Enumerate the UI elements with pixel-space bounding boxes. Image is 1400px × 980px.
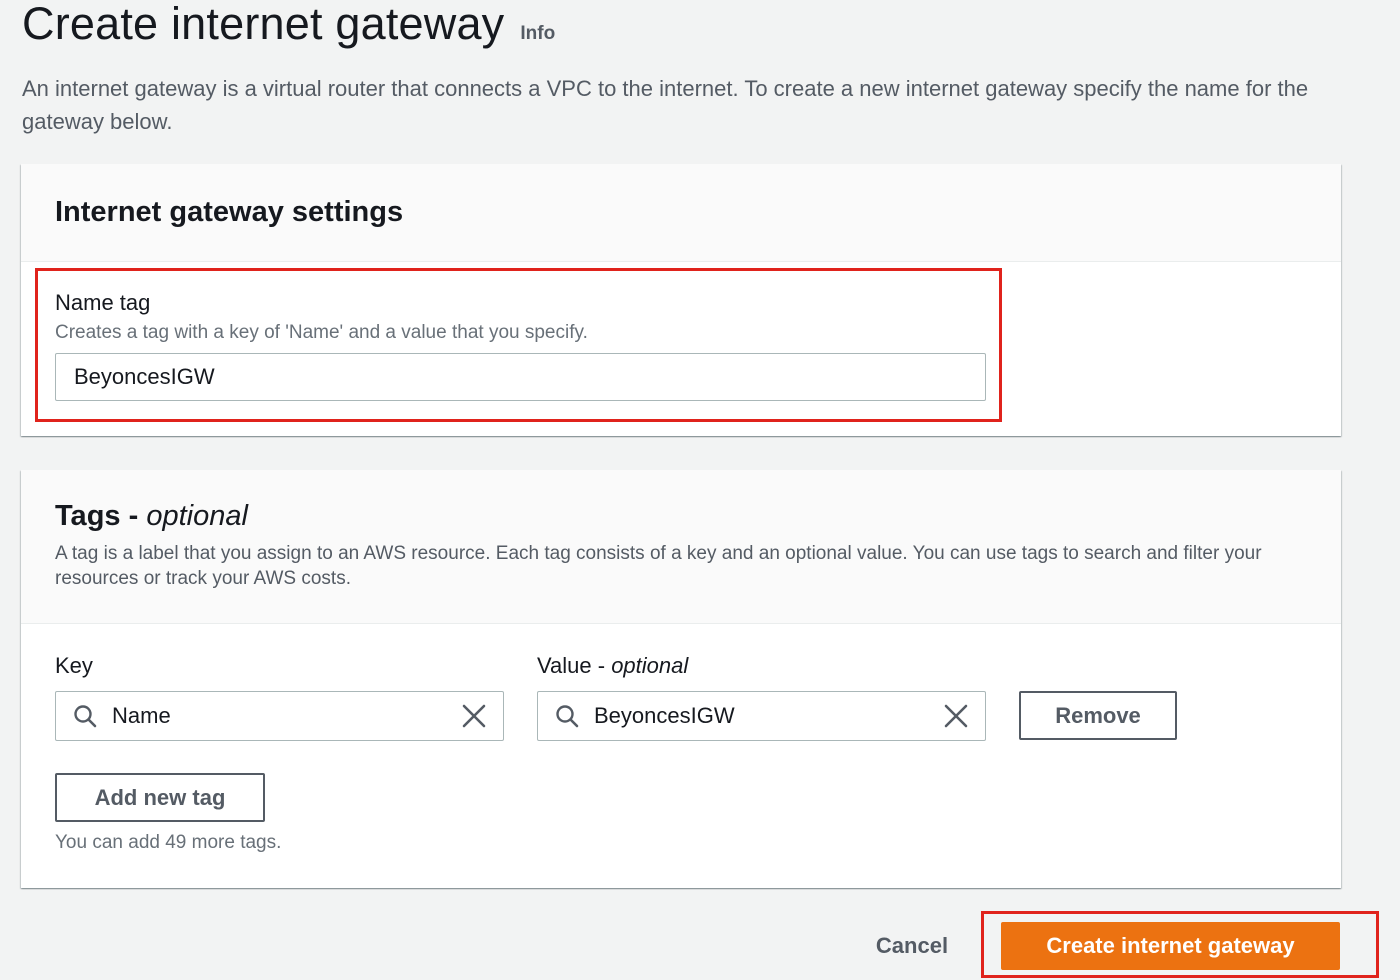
remove-tag-button[interactable]: Remove [1019,691,1177,740]
tag-key-input[interactable]: Name [55,691,504,741]
close-icon[interactable] [943,703,969,729]
search-icon [74,705,97,728]
settings-panel-header: Internet gateway settings [21,164,1341,262]
tag-value-label: Value - optional [537,653,688,679]
internet-gateway-settings-panel: Internet gateway settings Name tag Creat… [21,164,1341,436]
tags-panel-header: Tags - optional A tag is a label that yo… [21,470,1341,624]
settings-panel-title: Internet gateway settings [55,196,404,228]
tag-key-value: Name [112,703,171,728]
tags-title-optional: optional [146,500,248,532]
search-icon [556,705,579,728]
close-icon[interactable] [461,703,487,729]
tag-value-label-text: Value - [537,653,612,678]
tag-value-value: BeyoncesIGW [594,703,735,728]
page-header: Create internet gateway Info [22,0,555,50]
page-description: An internet gateway is a virtual router … [22,76,1309,134]
name-tag-label: Name tag [55,290,151,315]
tag-value-label-optional: optional [611,653,689,678]
add-new-tag-button[interactable]: Add new tag [55,773,265,822]
tag-limit-hint: You can add 49 more tags. [55,832,282,853]
tags-panel-title: Tags - optional [55,500,1307,533]
name-tag-description: Creates a tag with a key of 'Name' and a… [55,322,588,343]
name-tag-input[interactable] [55,353,986,401]
create-internet-gateway-button[interactable]: Create internet gateway [1001,922,1340,970]
tags-panel-description: A tag is a label that you assign to an A… [55,543,1262,589]
cancel-button[interactable]: Cancel [862,922,962,970]
tags-panel: Tags - optional A tag is a label that yo… [21,470,1341,888]
tag-key-label: Key [55,653,93,678]
info-link[interactable]: Info [520,23,555,45]
tag-value-input[interactable]: BeyoncesIGW [537,691,986,741]
tags-title-text: Tags - [55,500,147,532]
page-title: Create internet gateway [22,0,505,49]
